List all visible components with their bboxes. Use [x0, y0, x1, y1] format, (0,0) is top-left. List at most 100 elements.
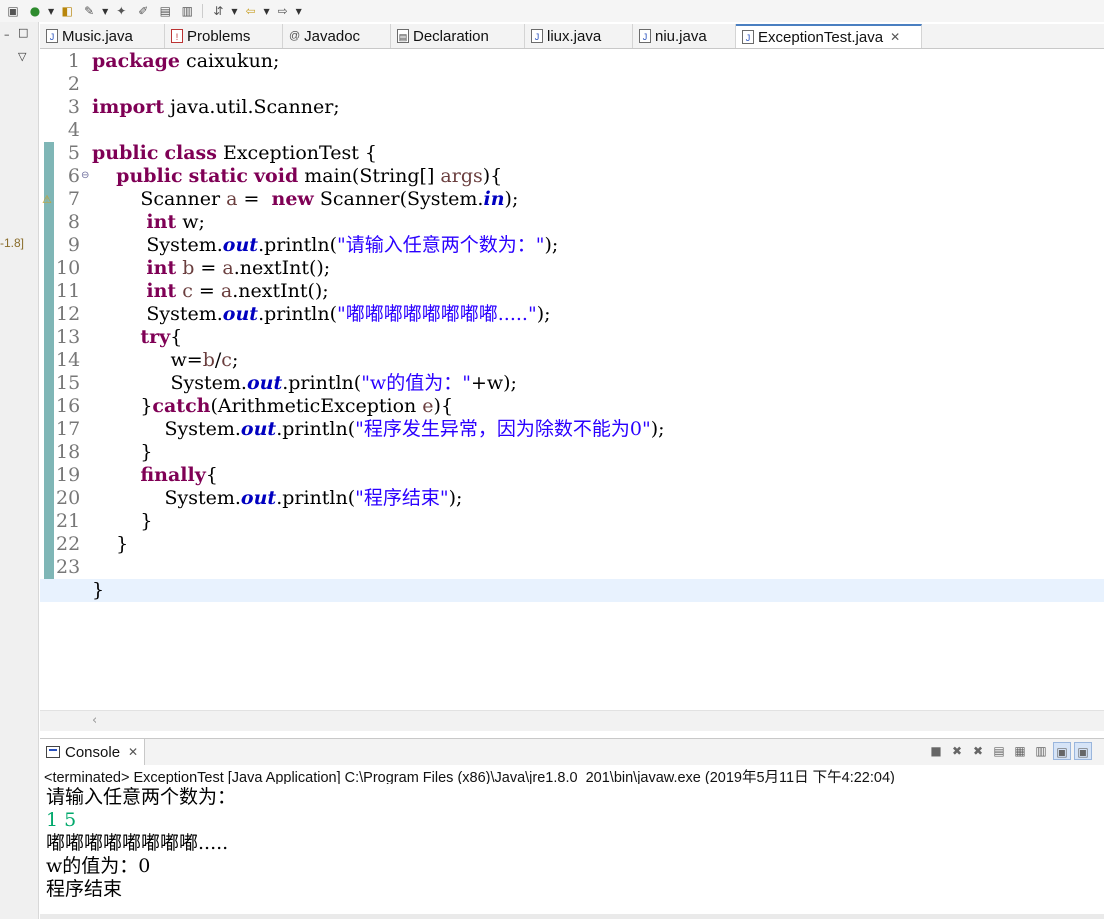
console-line: 请输入任意两个数为： — [46, 786, 237, 808]
line-number: 22 — [56, 533, 81, 555]
chevron-down-icon[interactable]: ▼ — [231, 7, 237, 16]
remove-launch-icon[interactable]: ✖ — [948, 742, 966, 760]
code-line: int b = a.nextInt(); — [146, 257, 331, 279]
code-editor[interactable]: ⊖ ⚠ 1 2 3 4 5 6 7 8 9 10 11 12 13 14 15 … — [40, 49, 1104, 710]
console-output[interactable]: 请输入任意两个数为： 1 5 嘟嘟嘟嘟嘟嘟嘟嘟..... w的值为：0 程序结束 — [40, 786, 1104, 916]
tab-exceptiontest-java[interactable]: J ExceptionTest.java ✕ — [736, 24, 922, 48]
wand-icon[interactable]: ✎ — [80, 2, 98, 20]
javadoc-icon: @ — [289, 30, 301, 42]
code-line: System.out.println("w的值为："+w); — [92, 372, 517, 394]
tab-label: niu.java — [655, 27, 707, 45]
code-line: int w; — [146, 211, 205, 233]
code-line: Scanner a = new Scanner(System.in); — [92, 188, 519, 210]
open-console-icon[interactable]: ▣ — [1074, 742, 1092, 760]
java-file-icon: J — [46, 29, 58, 43]
tab-label: Declaration — [413, 27, 489, 45]
left-panel: – □ ▽ -1.8] — [0, 22, 39, 919]
line-number: 4 — [67, 119, 80, 141]
back-icon[interactable]: ⇦ — [241, 2, 259, 20]
scroll-left-icon[interactable]: ‹ — [92, 713, 97, 728]
console-toolbar: ■ ✖ ✖ ▤ ▦ ▥ ▣ ▣ — [927, 742, 1092, 760]
tab-liux-java[interactable]: J liux.java — [525, 24, 633, 48]
package-icon[interactable]: ▣ — [4, 2, 22, 20]
line-number: 20 — [56, 487, 81, 509]
console-input-line: 1 5 — [46, 809, 77, 831]
open-icon[interactable]: ◧ — [58, 2, 76, 20]
line-number: 19 — [56, 464, 81, 486]
tab-label: liux.java — [547, 27, 602, 45]
fold-icon[interactable]: ⊖ — [81, 170, 89, 181]
java-file-icon: J — [742, 30, 754, 44]
change-bar — [44, 142, 54, 602]
tab-music-java[interactable]: J Music.java — [40, 24, 165, 48]
tab-label: Music.java — [62, 27, 133, 45]
tab-label: ExceptionTest.java — [758, 28, 884, 46]
line-number: 23 — [56, 556, 81, 578]
warning-icon[interactable]: ⚠ — [42, 193, 52, 206]
tab-console[interactable]: Console ✕ — [40, 739, 146, 765]
line-number: 7 — [67, 188, 80, 210]
line-number: 11 — [56, 280, 81, 302]
chevron-down-icon[interactable]: ▼ — [263, 7, 269, 16]
console-tabbar: Console ✕ ■ ✖ ✖ ▤ ▦ ▥ ▣ ▣ — [40, 738, 1104, 765]
remove-all-icon[interactable]: ✖ — [969, 742, 987, 760]
tab-label: Problems — [187, 27, 251, 45]
horizontal-scrollbar[interactable]: ‹ — [40, 710, 1104, 731]
tab-declaration[interactable]: ▤ Declaration — [391, 24, 525, 48]
display-console-icon[interactable]: ▣ — [1053, 742, 1071, 760]
line-number: 15 — [56, 372, 81, 394]
code-line: finally{ — [140, 464, 218, 486]
maximize-icon[interactable]: □ — [18, 26, 28, 39]
doc-icon[interactable]: ▤ — [156, 2, 174, 20]
code-line: try{ — [140, 326, 183, 348]
code-lines[interactable]: package caixukun; import java.util.Scann… — [40, 50, 1104, 602]
scroll-lock-icon[interactable]: ▤ — [990, 742, 1008, 760]
tab-javadoc[interactable]: @ Javadoc — [283, 24, 391, 48]
pencil-icon[interactable]: ✐ — [134, 2, 152, 20]
tab-niu-java[interactable]: J niu.java — [633, 24, 736, 48]
line-number: 10 — [56, 257, 81, 279]
chevron-down-icon[interactable]: ▼ — [102, 7, 108, 16]
toolbar-separator — [202, 4, 204, 18]
code-line: public static void main(String[] args){ — [116, 165, 503, 187]
line-number: 9 — [67, 234, 80, 256]
code-line: System.out.println("请输入任意两个数为："); — [92, 234, 559, 256]
console-line: 程序结束 — [46, 878, 123, 900]
pin-console-icon[interactable]: ▥ — [1032, 742, 1050, 760]
minimize-icon[interactable]: – — [4, 28, 10, 41]
code-line: import java.util.Scanner; — [92, 96, 340, 118]
page-icon[interactable]: ▥ — [178, 2, 196, 20]
code-line: w=b/c; — [92, 349, 239, 371]
run-icon[interactable]: ● — [26, 2, 44, 20]
code-line: } — [92, 510, 153, 532]
code-line: package caixukun; — [92, 50, 280, 72]
view-menu-icon[interactable]: ▽ — [18, 50, 26, 63]
stop-icon[interactable]: ■ — [927, 742, 945, 760]
code-line: } — [92, 441, 153, 463]
chevron-down-icon[interactable]: ▼ — [48, 7, 54, 16]
chevron-down-icon[interactable]: ▼ — [296, 7, 302, 16]
tab-label: Javadoc — [304, 27, 361, 45]
close-icon[interactable]: ✕ — [890, 30, 900, 44]
word-wrap-icon[interactable]: ▦ — [1011, 742, 1029, 760]
line-number: 6 — [67, 165, 80, 187]
nav-icon[interactable]: ⇵ — [209, 2, 227, 20]
console-line: 嘟嘟嘟嘟嘟嘟嘟嘟..... — [46, 832, 229, 854]
code-line: } — [92, 533, 129, 555]
pin-icon[interactable]: ✦ — [112, 2, 130, 20]
close-icon[interactable]: ✕ — [128, 745, 138, 759]
forward-icon[interactable]: ⇨ — [274, 2, 292, 20]
line-number: 17 — [56, 418, 81, 440]
line-number: 12 — [56, 303, 81, 325]
main-toolbar: ▣ ● ▼ ◧ ✎ ▼ ✦ ✐ ▤ ▥ ⇵ ▼ ⇦ ▼ ⇨ ▼ — [0, 0, 1104, 22]
line-number: 13 — [56, 326, 81, 348]
problems-icon: ! — [171, 29, 183, 43]
editor-tabbar: J Music.java ! Problems @ Javadoc ▤ Decl… — [40, 24, 1104, 49]
line-number: 16 — [56, 395, 81, 417]
line-number: 18 — [56, 441, 81, 463]
tab-problems[interactable]: ! Problems — [165, 24, 283, 48]
code-line: System.out.println("嘟嘟嘟嘟嘟嘟嘟嘟....."); — [92, 303, 551, 325]
